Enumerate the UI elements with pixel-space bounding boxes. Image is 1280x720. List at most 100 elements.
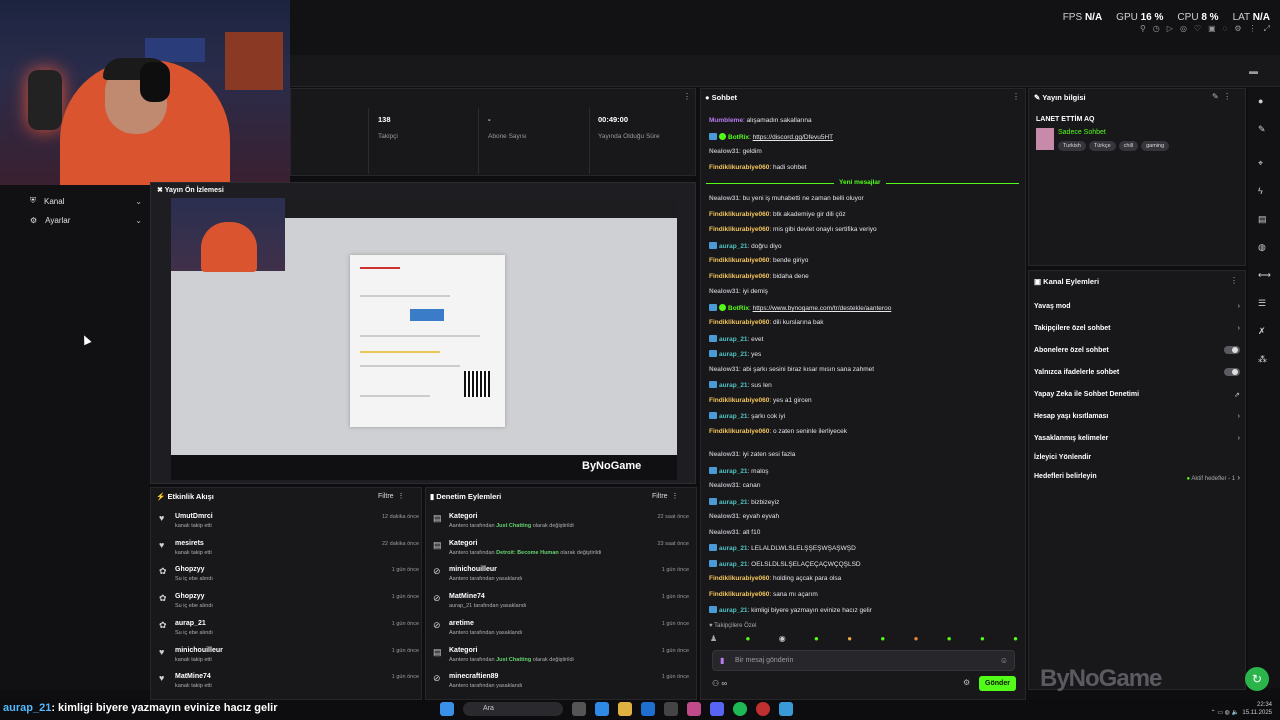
emote-icon[interactable]: ● bbox=[880, 634, 885, 643]
more-icon[interactable]: ⋮ bbox=[1230, 276, 1238, 285]
chat-message[interactable]: aurap_21: sus len bbox=[709, 381, 772, 389]
chat-message[interactable]: Nealow31: alt f10 bbox=[709, 529, 760, 536]
document-icon[interactable]: ▤ bbox=[1258, 214, 1267, 225]
chat-settings-icon[interactable]: ⚙ bbox=[963, 678, 970, 687]
chat-username[interactable]: Nealow31 bbox=[709, 195, 739, 202]
chat-message[interactable]: Findiklikurabiye060: holding açcak para … bbox=[709, 575, 841, 582]
edit-icon[interactable]: ✎ ⋮ bbox=[1212, 92, 1231, 101]
chat-message[interactable]: Findiklikurabiye060: bidaha dene bbox=[709, 273, 809, 280]
chat-username[interactable]: aurap_21 bbox=[719, 413, 748, 420]
chat-username[interactable]: aurap_21 bbox=[719, 468, 748, 475]
pen-icon[interactable]: ✎ bbox=[1258, 124, 1266, 135]
chat-message[interactable]: aurap_21: OELSLDLSLŞELAÇEÇAÇWÇQŞLSD bbox=[709, 560, 861, 568]
folder-icon[interactable] bbox=[618, 702, 632, 716]
pin-icon[interactable]: ⚲ bbox=[1140, 24, 1146, 34]
chat-username[interactable]: BotRix bbox=[728, 305, 749, 312]
chat-message[interactable]: Nealow31: abi şarkı sesini biraz kısar m… bbox=[709, 366, 874, 373]
chat-message[interactable]: Findiklikurabiye060: mis gibi devlet ona… bbox=[709, 226, 877, 233]
chat-username[interactable]: aurap_21 bbox=[719, 545, 748, 552]
spotify-icon[interactable] bbox=[733, 702, 747, 716]
chat-link[interactable]: https://discord.gg/Dfevu5HT bbox=[753, 134, 834, 141]
chat-link[interactable]: https://www.bynogame.com/tr/destekle/aan… bbox=[753, 305, 892, 312]
chat-message[interactable]: Findiklikurabiye060: o zaten seninle ile… bbox=[709, 428, 847, 435]
infinity-icon[interactable]: ⚇ ∞ bbox=[712, 679, 727, 688]
taskview-icon[interactable] bbox=[572, 702, 586, 716]
wrench-icon[interactable]: ✗ bbox=[1258, 326, 1266, 337]
chat-username[interactable]: Nealow31 bbox=[709, 482, 739, 489]
chat-username[interactable]: Nealow31 bbox=[709, 529, 739, 536]
more-icon[interactable]: ⋮ bbox=[1249, 24, 1257, 34]
list-icon[interactable]: ☰ bbox=[1258, 298, 1266, 309]
emote-icon[interactable]: ● bbox=[847, 634, 852, 643]
chat-username[interactable]: Nealow31 bbox=[709, 513, 739, 520]
obs-icon[interactable] bbox=[756, 702, 770, 716]
chat-message[interactable]: Nealow31: geldim bbox=[709, 148, 762, 155]
chat-message[interactable]: aurap_21: maloş bbox=[709, 467, 769, 475]
chat-username[interactable]: Nealow31 bbox=[709, 451, 739, 458]
chat-username[interactable]: Findiklikurabiye060 bbox=[709, 575, 769, 582]
emote-icon[interactable]: ● bbox=[914, 634, 919, 643]
chat-username[interactable]: Findiklikurabiye060 bbox=[709, 319, 769, 326]
chat-username[interactable]: aurap_21 bbox=[719, 561, 748, 568]
edge-icon[interactable] bbox=[595, 702, 609, 716]
channel-action-item[interactable]: Yapay Zeka ile Sohbet Denetimi ⇗ bbox=[1034, 391, 1240, 399]
chat-message[interactable]: Findiklikurabiye060: dili kurslarına bak bbox=[709, 319, 824, 326]
chat-username[interactable]: Findiklikurabiye060 bbox=[709, 257, 769, 264]
chat-username[interactable]: aurap_21 bbox=[719, 336, 748, 343]
chat-username[interactable]: aurap_21 bbox=[719, 499, 748, 506]
channel-action-item[interactable]: İzleyici Yönlendir bbox=[1034, 454, 1240, 461]
emoji-icon[interactable]: ☺ bbox=[1000, 656, 1008, 665]
app2-icon[interactable] bbox=[779, 702, 793, 716]
screenshot-icon[interactable]: ▣ bbox=[1208, 24, 1216, 34]
group-icon[interactable]: ⁂ bbox=[1258, 354, 1267, 365]
play-icon[interactable]: ▷ bbox=[1167, 24, 1173, 34]
emote-icon[interactable]: ● bbox=[980, 634, 985, 643]
clock-icon[interactable]: ◷ bbox=[1153, 24, 1160, 34]
chat-message[interactable]: Nealow31: iyi zaten sesi fazla bbox=[709, 451, 795, 458]
windows-start-icon[interactable] bbox=[440, 702, 454, 716]
emote-icon[interactable]: ◉ bbox=[779, 634, 786, 643]
chat-username[interactable]: Mumbleme bbox=[709, 117, 743, 124]
chat-message[interactable]: Nealow31: bu yeni iş muhabetti ne zaman … bbox=[709, 195, 864, 202]
chat-message[interactable]: BotRix: https://discord.gg/Dfevu5HT bbox=[709, 133, 833, 141]
chat-username[interactable]: Nealow31 bbox=[709, 366, 739, 373]
chat-message[interactable]: Findiklikurabiye060: yes a1 gircen bbox=[709, 397, 812, 404]
support-button[interactable]: ↻ bbox=[1245, 667, 1269, 691]
channel-action-item[interactable]: Yavaş mod › bbox=[1034, 303, 1240, 310]
browser-icon[interactable] bbox=[641, 702, 655, 716]
chat-message[interactable]: aurap_21: bizbizeyiz bbox=[709, 498, 779, 506]
chat-message[interactable]: aurap_21: LELALDLWLSLELŞŞEŞWŞAŞWŞD bbox=[709, 544, 856, 552]
chat-username[interactable]: BotRix bbox=[728, 134, 749, 141]
link-icon[interactable]: ⟷ bbox=[1258, 270, 1271, 281]
emote-icon[interactable]: ● bbox=[1013, 634, 1018, 643]
chat-username[interactable]: Findiklikurabiye060 bbox=[709, 591, 769, 598]
chat-message[interactable]: Mumbleme: alışamadın sakallarına bbox=[709, 117, 812, 124]
chat-message[interactable]: aurap_21: şarkı cok iyi bbox=[709, 412, 785, 420]
chat-username[interactable]: Findiklikurabiye060 bbox=[709, 211, 769, 218]
chat-message[interactable]: aurap_21: evet bbox=[709, 335, 763, 343]
send-button[interactable]: Gönder bbox=[979, 676, 1016, 691]
toggle-switch[interactable] bbox=[1224, 346, 1240, 354]
sidebar-item-kanal[interactable]: ⛨ Kanal ⌄ bbox=[30, 196, 142, 206]
chat-message[interactable]: Nealow31: iyi demiş bbox=[709, 288, 768, 295]
bolt-icon[interactable]: ϟ bbox=[1258, 186, 1263, 196]
chat-username[interactable]: aurap_21 bbox=[719, 607, 748, 614]
more-icon[interactable]: ⋮ bbox=[1012, 92, 1020, 101]
chat-username[interactable]: aurap_21 bbox=[719, 382, 748, 389]
stream-category[interactable]: Sadece Sohbet bbox=[1058, 129, 1106, 136]
chat-username[interactable]: aurap_21 bbox=[719, 351, 748, 358]
discord-icon[interactable] bbox=[710, 702, 724, 716]
more-icon[interactable]: ⋮ bbox=[683, 92, 691, 101]
chat-username[interactable]: Findiklikurabiye060 bbox=[709, 164, 769, 171]
activity-filter-button[interactable]: Filtre ⋮ bbox=[378, 492, 404, 500]
store-icon[interactable] bbox=[664, 702, 678, 716]
chat-message[interactable]: BotRix: https://www.bynogame.com/tr/dest… bbox=[709, 304, 891, 312]
channel-action-item[interactable]: Takipçilere özel sohbet › bbox=[1034, 325, 1240, 332]
channel-action-item[interactable]: Abonelere özel sohbet bbox=[1034, 346, 1240, 354]
info-icon[interactable]: ● bbox=[1258, 96, 1263, 106]
emote-icon[interactable]: ● bbox=[947, 634, 952, 643]
emote-icon[interactable]: ● bbox=[746, 634, 751, 643]
chat-message[interactable]: Findiklikurabiye060: hadi sohbet bbox=[709, 164, 807, 171]
chat-username[interactable]: Findiklikurabiye060 bbox=[709, 273, 769, 280]
emote-icon[interactable]: ● bbox=[814, 634, 819, 643]
